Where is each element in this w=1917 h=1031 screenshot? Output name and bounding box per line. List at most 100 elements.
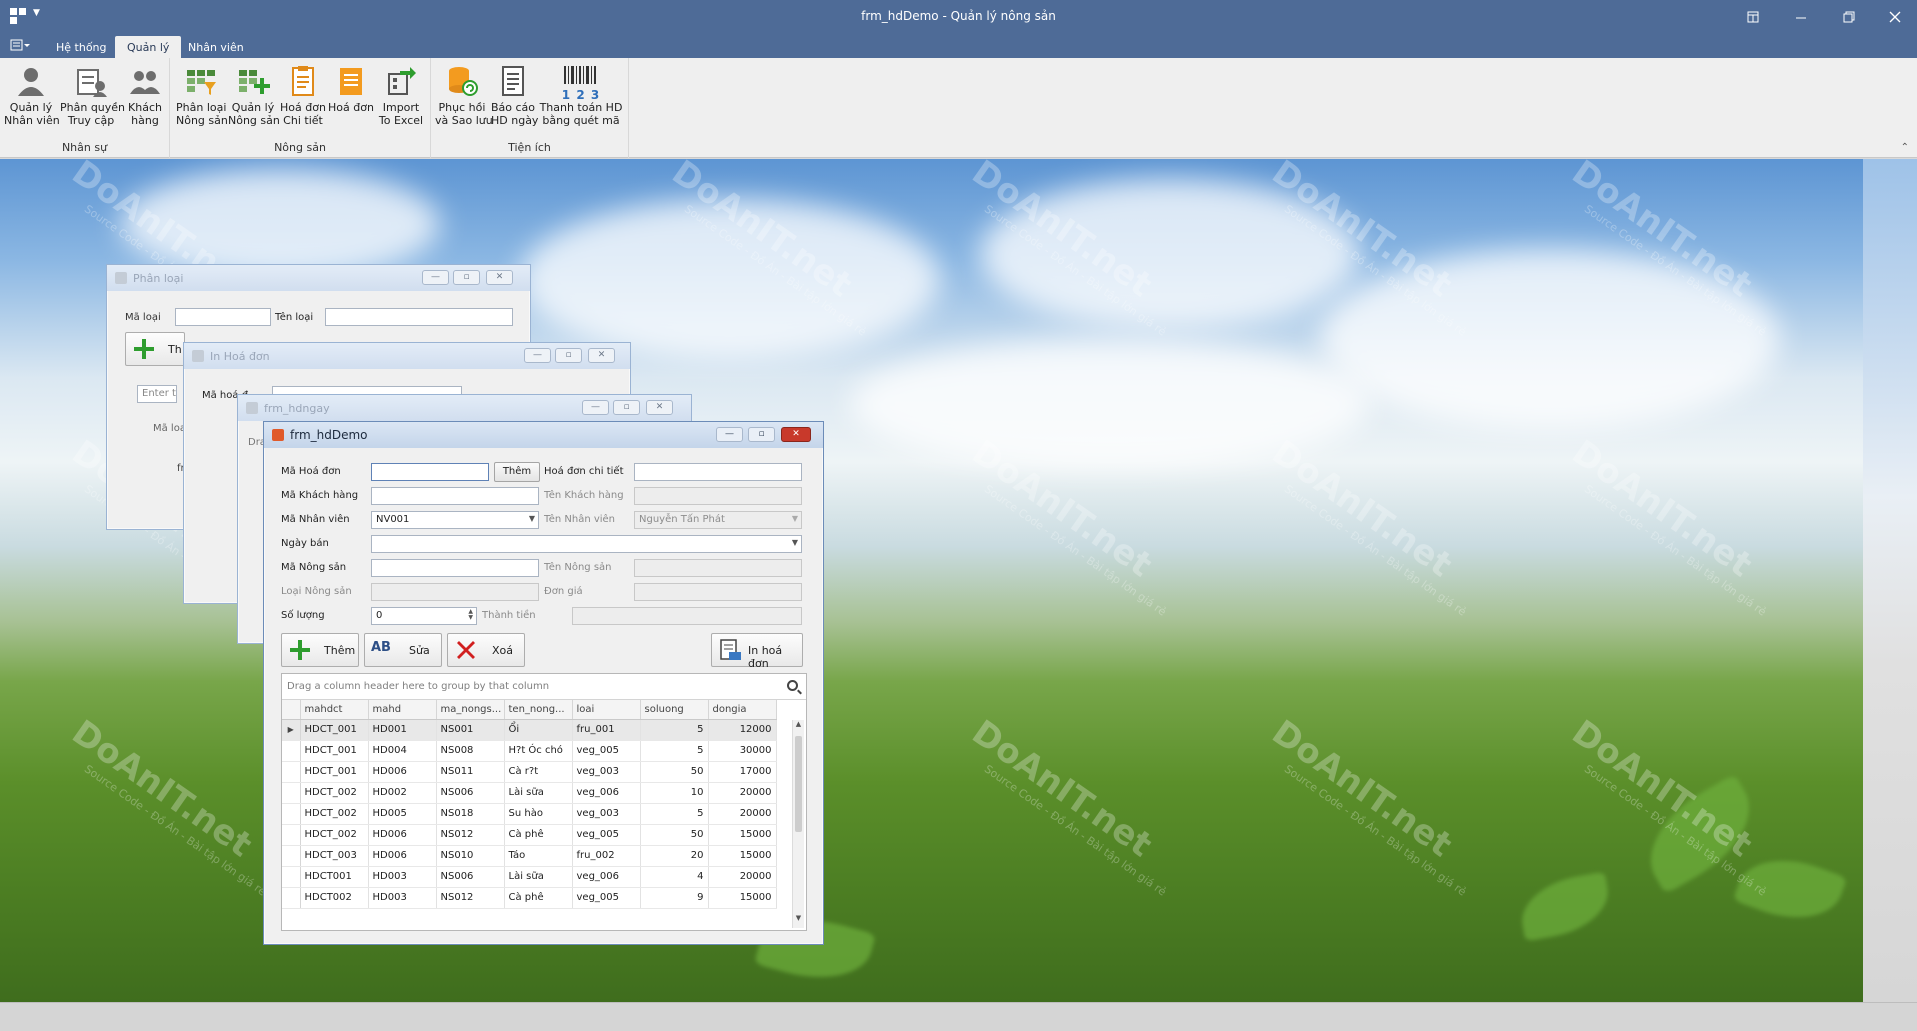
cell-ma-nong-san[interactable]: NS012 (436, 887, 505, 909)
column-header-ma-nong-san[interactable]: ma_nongs... (436, 700, 505, 720)
cell-loai[interactable]: fru_002 (572, 845, 641, 867)
cell-ma-nong-san[interactable]: NS010 (436, 845, 505, 867)
close-button[interactable]: ✕ (781, 427, 811, 442)
so-luong-spinner[interactable]: 0 ▲ ▼ (371, 607, 477, 625)
cell-mahd[interactable]: HD001 (368, 719, 437, 741)
tab-he-thong[interactable]: Hệ thống (44, 36, 119, 58)
scroll-down-icon[interactable]: ▼ (793, 914, 804, 928)
cell-ten-nong-san[interactable]: Su hào (504, 803, 573, 825)
cell-soluong[interactable]: 20 (640, 845, 709, 867)
chevron-down-icon[interactable]: ▼ (529, 514, 535, 523)
cell-soluong[interactable]: 5 (640, 719, 709, 741)
application-menu-icon[interactable] (10, 38, 34, 54)
thanh-toan-quet-ma-button[interactable]: 1 2 3 Thanh toán HD bằng quét mã (537, 64, 625, 127)
window-in-hoa-don-caption[interactable]: In Hoá đơn — ▫ ✕ (184, 343, 630, 369)
cell-loai[interactable]: veg_005 (572, 887, 641, 909)
cell-mahd[interactable]: HD003 (368, 887, 437, 909)
close-button[interactable]: ✕ (646, 400, 673, 415)
phuc-hoi-sao-luu-button[interactable]: Phục hồi và Sao lưu (435, 64, 493, 127)
cell-ma-nong-san[interactable]: NS001 (436, 719, 505, 741)
column-header-mahd[interactable]: mahd (368, 700, 437, 720)
ngay-ban-date-picker[interactable]: ▼ (371, 535, 802, 553)
cell-dongia[interactable]: 20000 (708, 866, 777, 888)
hoa-don-chi-tiet-grid[interactable]: Drag a column header here to group by th… (281, 673, 807, 931)
cell-mahd[interactable]: HD003 (368, 866, 437, 888)
group-by-panel[interactable]: Drag a column header here to group by th… (282, 674, 806, 700)
window-hdngay-caption[interactable]: frm_hdngay — ▫ ✕ (238, 395, 691, 421)
maximize-button[interactable]: ▫ (748, 427, 775, 442)
tab-nhan-vien[interactable]: Nhân viên (176, 36, 256, 58)
them-button[interactable]: Thêm (281, 633, 359, 667)
cell-ma-nong-san[interactable]: NS008 (436, 740, 505, 762)
cell-soluong[interactable]: 50 (640, 824, 709, 846)
cell-dongia[interactable]: 20000 (708, 782, 777, 804)
cell-ma-nong-san[interactable]: NS006 (436, 782, 505, 804)
cell-mahd[interactable]: HD004 (368, 740, 437, 762)
cell-ma-nong-san[interactable]: NS006 (436, 866, 505, 888)
quan-ly-nong-san-button[interactable]: Quản lý Nông sản (228, 64, 280, 127)
cell-mahdct[interactable]: HDCT002 (300, 887, 369, 909)
sua-button[interactable]: AB Sửa (364, 633, 442, 667)
cell-mahdct[interactable]: HDCT_003 (300, 845, 369, 867)
table-row[interactable]: HDCT_002 HD006 NS012 Cà phê veg_005 50 1… (282, 824, 777, 846)
cell-loai[interactable]: veg_006 (572, 866, 641, 888)
cell-mahdct[interactable]: HDCT001 (300, 866, 369, 888)
bao-cao-hd-ngay-button[interactable]: Báo cáo HD ngày (491, 64, 538, 127)
maximize-button[interactable]: ▫ (613, 400, 640, 415)
cell-ma-nong-san[interactable]: NS012 (436, 824, 505, 846)
cell-mahd[interactable]: HD002 (368, 782, 437, 804)
column-header-soluong[interactable]: soluong (640, 700, 709, 720)
table-row[interactable]: HDCT_001 HD006 NS011 Cà r?t veg_003 50 1… (282, 761, 777, 783)
cell-loai[interactable]: veg_005 (572, 740, 641, 762)
window-hd-demo-caption[interactable]: frm_hdDemo — ▫ ✕ (264, 422, 823, 448)
minimize-button[interactable]: — (524, 348, 551, 363)
cell-mahdct[interactable]: HDCT_002 (300, 803, 369, 825)
table-row[interactable]: HDCT002 HD003 NS012 Cà phê veg_005 9 150… (282, 887, 777, 909)
in-hoa-don-button[interactable]: In hoá đơn (711, 633, 803, 670)
ma-nong-san-input[interactable] (371, 559, 539, 577)
minimize-button[interactable]: — (716, 427, 743, 442)
cell-soluong[interactable]: 10 (640, 782, 709, 804)
cell-loai[interactable]: veg_006 (572, 782, 641, 804)
cell-mahdct[interactable]: HDCT_002 (300, 824, 369, 846)
hoa-don-button[interactable]: Hoá đơn (328, 64, 374, 114)
grid-table[interactable]: mahdct mahd ma_nongs... ten_nong... loai… (282, 700, 777, 909)
cell-mahdct[interactable]: HDCT_001 (300, 719, 369, 741)
cell-ten-nong-san[interactable]: Cà r?t (504, 761, 573, 783)
spinner-arrows-icon[interactable]: ▲ ▼ (468, 609, 473, 621)
table-row[interactable]: HDCT001 HD003 NS006 Lài sữa veg_006 4 20… (282, 866, 777, 888)
scroll-thumb[interactable] (795, 736, 802, 832)
cell-mahdct[interactable]: HDCT_002 (300, 782, 369, 804)
add-button[interactable]: Th (125, 332, 185, 366)
search-icon[interactable] (787, 680, 798, 691)
cell-loai[interactable]: veg_003 (572, 803, 641, 825)
minimize-button[interactable]: — (582, 400, 609, 415)
search-input[interactable]: Enter te (137, 385, 177, 403)
ma-hoa-don-input[interactable] (371, 463, 489, 481)
cell-dongia[interactable]: 15000 (708, 845, 777, 867)
cell-ma-nong-san[interactable]: NS011 (436, 761, 505, 783)
cell-dongia[interactable]: 30000 (708, 740, 777, 762)
maximize-button[interactable]: ▫ (453, 270, 480, 285)
xoa-button[interactable]: Xoá (447, 633, 525, 667)
import-to-excel-button[interactable]: Import To Excel (376, 64, 426, 127)
close-button[interactable] (1872, 0, 1917, 34)
cell-soluong[interactable]: 9 (640, 887, 709, 909)
grid-vertical-scrollbar[interactable]: ▲ ▼ (792, 720, 804, 928)
scroll-up-icon[interactable]: ▲ (793, 720, 804, 734)
cell-dongia[interactable]: 15000 (708, 824, 777, 846)
ma-nhan-vien-select[interactable]: NV001 ▼ (371, 511, 539, 529)
cell-soluong[interactable]: 5 (640, 803, 709, 825)
khach-hang-button[interactable]: Khách hàng (124, 64, 166, 127)
cell-ten-nong-san[interactable]: Lài sữa (504, 866, 573, 888)
ten-loai-input[interactable] (325, 308, 513, 326)
them-small-button[interactable]: Thêm (494, 462, 540, 482)
cell-loai[interactable]: veg_003 (572, 761, 641, 783)
cell-mahdct[interactable]: HDCT_001 (300, 740, 369, 762)
column-header-dongia[interactable]: dongia (708, 700, 777, 720)
cell-mahd[interactable]: HD006 (368, 824, 437, 846)
hoa-don-chi-tiet-button[interactable]: Hoá đơn Chi tiết (280, 64, 326, 127)
table-row[interactable]: HDCT_002 HD005 NS018 Su hào veg_003 5 20… (282, 803, 777, 825)
phan-loai-nong-san-button[interactable]: Phân loại Nông sản (176, 64, 228, 127)
cell-ten-nong-san[interactable]: H?t Óc chó (504, 740, 573, 762)
